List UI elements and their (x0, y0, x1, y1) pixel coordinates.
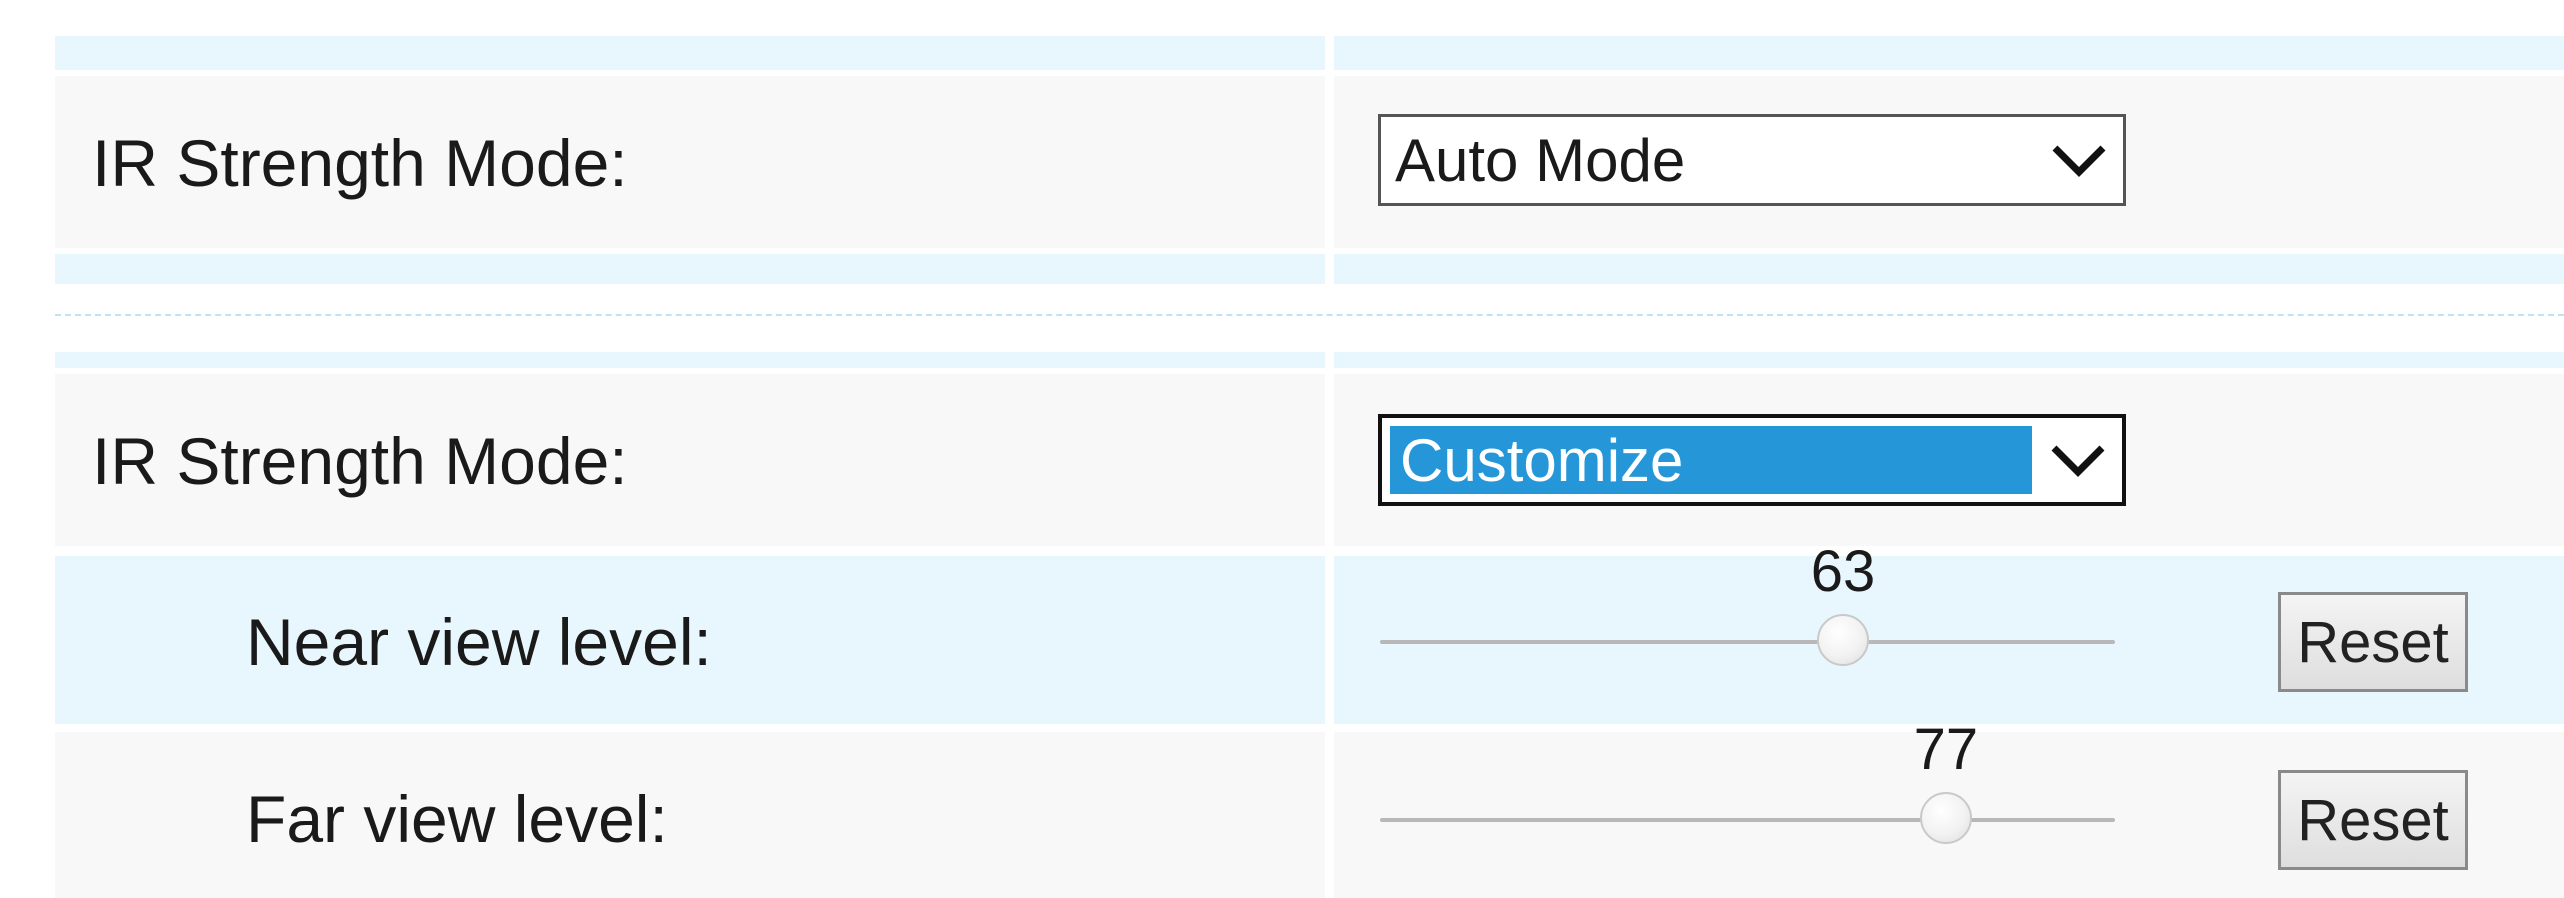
slider-thumb[interactable] (1919, 792, 1972, 844)
section-header-band (55, 352, 2564, 368)
slider-value: 63 (1810, 539, 1876, 604)
near-view-slider[interactable]: 63 (1380, 542, 2115, 672)
section-divider (55, 314, 2564, 316)
near-view-reset-button[interactable]: Reset (2278, 592, 2468, 692)
slider-track (1380, 818, 2115, 822)
select-value: Customize (1400, 426, 1684, 494)
near-view-level-label: Near view level: (246, 605, 712, 679)
slider-thumb[interactable] (1817, 614, 1870, 666)
slider-track (1380, 640, 2115, 644)
ir-strength-mode-select[interactable]: Customize (1378, 414, 2126, 506)
far-view-slider[interactable]: 77 (1380, 720, 2115, 850)
section-footer-band (55, 254, 2564, 284)
chevron-down-icon (2051, 445, 2105, 477)
far-view-reset-button[interactable]: Reset (2278, 770, 2468, 870)
ir-strength-mode-label: IR Strength Mode: (92, 126, 628, 200)
select-value: Auto Mode (1395, 126, 1686, 194)
ir-strength-mode-label: IR Strength Mode: (92, 424, 628, 498)
chevron-down-icon (2052, 145, 2106, 177)
ir-strength-mode-select[interactable]: Auto Mode (1378, 114, 2126, 206)
far-view-level-label: Far view level: (246, 782, 668, 856)
slider-value: 77 (1913, 717, 1979, 782)
top-spacer-band (55, 36, 2564, 70)
